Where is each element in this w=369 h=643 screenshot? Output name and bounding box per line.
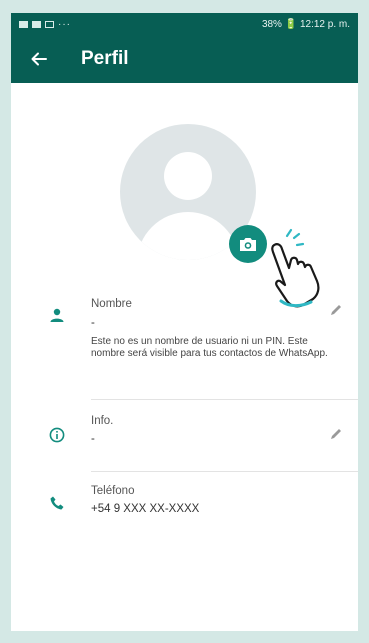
phone-value: +54 9 XXX XX-XXXX	[91, 503, 200, 515]
name-description: Este no es un nombre de usuario ni un PI…	[91, 336, 328, 359]
notification-icon	[19, 20, 28, 28]
status-bar: ··· 38% 🔋 12:12 p. m.	[11, 13, 358, 35]
profile-photo-area	[11, 83, 358, 308]
page-title: Perfil	[81, 48, 129, 69]
status-right: 38% 🔋 12:12 p. m.	[262, 19, 350, 30]
gallery-icon	[45, 20, 54, 28]
person-icon	[50, 308, 64, 322]
divider	[91, 399, 358, 400]
more-notifications: ···	[58, 18, 71, 30]
info-icon	[49, 427, 65, 443]
back-button[interactable]	[27, 47, 51, 71]
pencil-icon[interactable]	[329, 303, 343, 317]
message-icon	[32, 20, 41, 28]
phone-screen: ··· 38% 🔋 12:12 p. m. Perfil Nombre - Es…	[11, 13, 358, 631]
phone-icon	[50, 496, 64, 510]
status-text: 38% 🔋 12:12 p. m.	[261, 18, 350, 30]
back-arrow-icon	[31, 52, 47, 66]
name-label: Nombre	[91, 298, 132, 310]
avatar-head	[164, 152, 212, 200]
avatar-body	[137, 212, 239, 260]
name-row[interactable]: Nombre - Este no es un nombre de usuario…	[11, 293, 358, 413]
phone-row[interactable]: Teléfono +54 9 XXX XX-XXXX	[11, 485, 358, 545]
app-bar: Perfil	[11, 35, 358, 83]
phone-label: Teléfono	[91, 485, 135, 497]
info-value: -	[91, 433, 95, 445]
pencil-icon[interactable]	[329, 427, 343, 441]
camera-icon	[240, 238, 256, 251]
divider	[91, 471, 358, 472]
info-row[interactable]: Info. -	[11, 413, 358, 485]
status-left: ···	[19, 19, 71, 30]
info-label: Info.	[91, 415, 114, 427]
name-value: -	[91, 317, 95, 329]
